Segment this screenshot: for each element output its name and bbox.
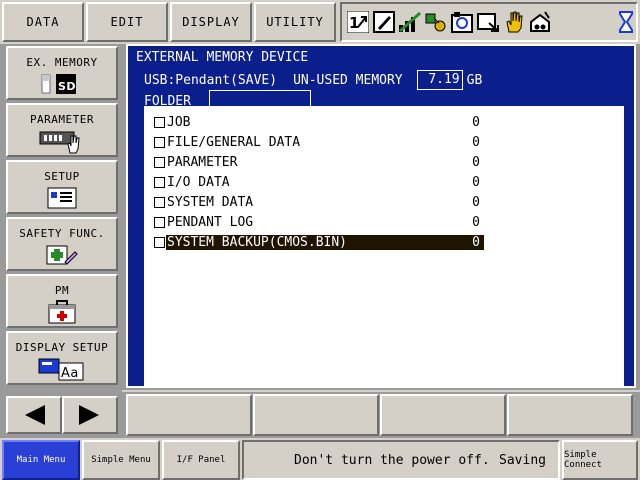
page-arrow-row: [6, 396, 118, 434]
sd-card-icon: SD: [40, 73, 84, 95]
checkbox[interactable]: [154, 216, 165, 228]
edit-menu-button[interactable]: EDIT: [86, 2, 168, 42]
prev-page-button[interactable]: [6, 396, 62, 434]
cycle-icon: [450, 9, 473, 35]
status-badge: Saving: [499, 452, 546, 468]
list-item[interactable]: PARAMETER 0: [154, 152, 484, 172]
hand-icon: [502, 9, 525, 35]
checkbox[interactable]: [154, 156, 165, 168]
checkbox[interactable]: [154, 176, 165, 188]
hourglass-icon: [614, 9, 637, 35]
arrow-right-icon: [79, 405, 99, 425]
utility-menu-button[interactable]: UTILITY: [254, 2, 336, 42]
checkbox[interactable]: [154, 136, 165, 148]
if-panel-button[interactable]: I/F Panel: [162, 440, 240, 480]
unused-memory-unit: GB: [466, 72, 483, 88]
status-icon-strip: 1: [340, 2, 638, 42]
list-item[interactable]: FILE/GENERAL DATA 0: [154, 132, 484, 152]
servo-icon: [528, 9, 551, 35]
edit-mode-icon: [372, 9, 395, 35]
sidebar-item-label: SAFETY FUNC.: [19, 227, 105, 240]
function-key-4[interactable]: [507, 394, 633, 436]
usb-info-row: USB:Pendant(SAVE) UN-USED MEMORY 7.19 GB: [144, 70, 482, 90]
play-mode-icon: [476, 9, 499, 35]
checkbox[interactable]: [154, 236, 165, 248]
arrow-left-icon: [25, 405, 45, 425]
page-title: EXTERNAL MEMORY DEVICE: [136, 50, 309, 65]
tool-interlock-icon: [424, 9, 447, 35]
simple-connect-button[interactable]: Simple Connect: [562, 440, 638, 480]
sidebar-item-label: PARAMETER: [29, 113, 95, 126]
sidebar-item-label: EX. MEMORY: [26, 56, 98, 69]
list-item[interactable]: PENDANT LOG 0: [154, 212, 484, 232]
bottom-bar: Main Menu Simple Menu I/F Panel Don't tu…: [0, 438, 640, 480]
display-menu-button[interactable]: DISPLAY: [170, 2, 252, 42]
function-key-3[interactable]: [380, 394, 506, 436]
coordinate-icon: 1: [346, 9, 369, 35]
unused-memory-value: 7.19: [416, 70, 463, 90]
next-page-button[interactable]: [62, 396, 118, 434]
data-menu-button[interactable]: DATA: [2, 2, 84, 42]
sidebar-item-ex-memory[interactable]: EX. MEMORY SD: [6, 46, 118, 100]
svg-text:1: 1: [349, 14, 359, 32]
sidebar-item-display-setup[interactable]: DISPLAY SETUP Aa: [6, 331, 118, 385]
main-area: EXTERNAL MEMORY DEVICE USB:Pendant(SAVE)…: [122, 44, 640, 390]
sidebar-item-parameter[interactable]: PARAMETER: [6, 103, 118, 157]
function-key-1[interactable]: [126, 394, 252, 436]
sidebar-item-setup[interactable]: SETUP: [6, 160, 118, 214]
list-item[interactable]: I/O DATA 0: [154, 172, 484, 192]
usb-device-label: USB:Pendant(SAVE): [144, 72, 278, 88]
data-type-list: JOB 0 FILE/GENERAL DATA 0 PARAMETER 0 I/…: [144, 106, 624, 386]
status-message: Don't turn the power off.: [294, 452, 490, 468]
checkbox[interactable]: [154, 196, 165, 208]
external-memory-panel: EXTERNAL MEMORY DEVICE USB:Pendant(SAVE)…: [126, 44, 636, 388]
unused-memory-label: UN-USED MEMORY: [293, 72, 403, 88]
main-menu-button[interactable]: Main Menu: [2, 440, 80, 480]
sidebar-item-pm[interactable]: PM: [6, 274, 118, 328]
sidebar-item-safety-func[interactable]: SAFETY FUNC.: [6, 217, 118, 271]
svg-text:Aa: Aa: [61, 366, 79, 381]
simple-menu-button[interactable]: Simple Menu: [82, 440, 160, 480]
sidebar-item-label: DISPLAY SETUP: [15, 341, 109, 354]
list-item[interactable]: SYSTEM DATA 0: [154, 192, 484, 212]
safety-icon: [45, 244, 79, 266]
svg-text:SD: SD: [58, 80, 76, 93]
parameter-hand-icon: [38, 130, 86, 154]
first-aid-icon: [47, 300, 77, 324]
top-menu-bar: DATA EDIT DISPLAY UTILITY 1: [0, 0, 640, 44]
checkbox[interactable]: [154, 116, 165, 128]
display-font-icon: Aa: [37, 358, 87, 381]
sidebar: EX. MEMORY SD PARAMETER SETUP SAFETY FUN…: [0, 44, 122, 438]
setup-icon: [46, 187, 78, 209]
sidebar-item-label: PM: [54, 284, 70, 297]
sidebar-item-label: SETUP: [44, 170, 80, 183]
function-key-strip: [122, 392, 640, 438]
list-item[interactable]: JOB 0: [154, 112, 484, 132]
message-area: Don't turn the power off. Saving: [242, 440, 560, 480]
function-key-2[interactable]: [253, 394, 379, 436]
list-item-selected[interactable]: SYSTEM BACKUP(CMOS.BIN) 0: [154, 232, 484, 252]
speed-bars-icon: [398, 9, 421, 35]
